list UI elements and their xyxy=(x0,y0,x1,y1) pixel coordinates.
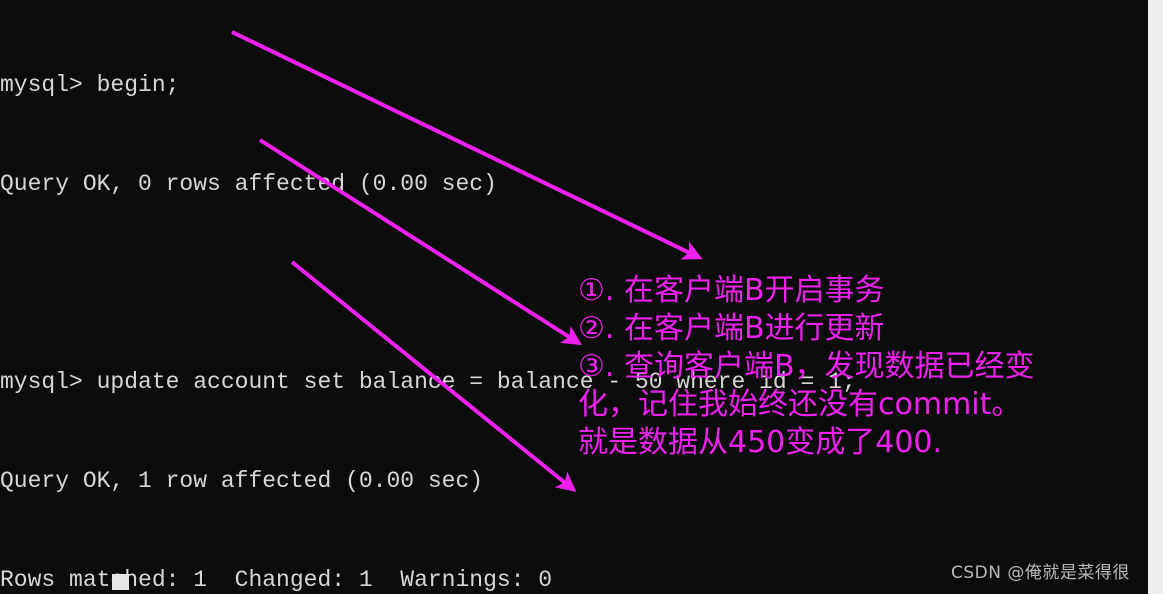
terminal-cursor xyxy=(112,574,129,590)
terminal-line: Query OK, 0 rows affected (0.00 sec) xyxy=(0,171,497,197)
annotation-text-block: ①. 在客户端B开启事务 ②. 在客户端B进行更新 ③. 查询客户端B，发现数据… xyxy=(578,272,1153,462)
annotation-line-1: ①. 在客户端B开启事务 xyxy=(578,273,885,308)
annotation-line-2: ②. 在客户端B进行更新 xyxy=(578,311,885,346)
screenshot-root: mysql> begin; Query OK, 0 rows affected … xyxy=(0,0,1163,594)
annotation-line-3: ③. 查询客户端B，发现数据已经变 xyxy=(578,349,1035,384)
annotation-line-5: 就是数据从450变成了400. xyxy=(578,425,943,460)
terminal-line: Query OK, 1 row affected (0.00 sec) xyxy=(0,468,484,494)
csdn-watermark: CSDN @俺就是菜得很 xyxy=(951,563,1130,583)
terminal-line: mysql> begin; xyxy=(0,72,180,98)
annotation-line-4: 化，记住我始终还没有commit。 xyxy=(578,387,1022,422)
